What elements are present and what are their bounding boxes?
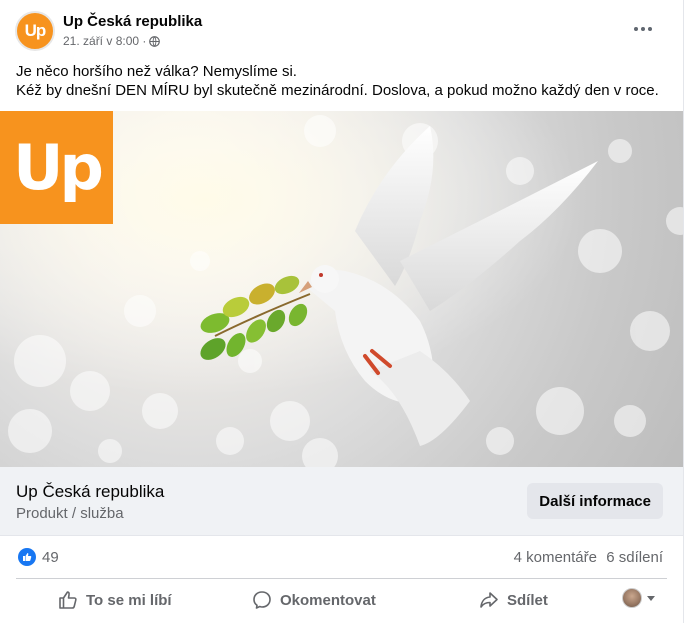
like-count[interactable]: 49 (42, 549, 59, 566)
up-logo-text: Up (13, 131, 104, 204)
post-meta: 21. září v 8:00 · (63, 34, 161, 48)
thumbs-up-icon (59, 591, 77, 609)
share-arrow-icon (480, 592, 498, 608)
like-button[interactable]: To se mi líbí (58, 584, 172, 616)
share-button[interactable]: Sdílet (479, 584, 548, 616)
link-subtitle: Produkt / služba (16, 505, 124, 522)
link-preview[interactable]: Up Česká republika Produkt / služba Dalš… (0, 467, 683, 536)
like-reaction-icon[interactable] (18, 548, 36, 566)
comment-bubble-icon (253, 591, 271, 609)
page-avatar[interactable]: Up (15, 11, 55, 51)
avatar (622, 588, 642, 608)
thumbs-up-icon (23, 553, 32, 561)
chevron-down-icon (647, 595, 655, 601)
link-title[interactable]: Up Česká republika (16, 482, 164, 502)
post-image[interactable]: Up (0, 111, 683, 467)
post-text-line: Je něco horšího než válka? Nemyslíme si. (16, 63, 297, 80)
profile-selector[interactable] (622, 588, 655, 608)
divider (16, 578, 667, 579)
globe-icon (149, 35, 161, 47)
comment-count[interactable]: 4 komentáře (514, 549, 597, 566)
reaction-stats: 49 4 komentáře 6 sdílení (0, 536, 683, 578)
share-button-label: Sdílet (507, 591, 548, 609)
up-brand-logo: Up (0, 111, 113, 224)
share-count[interactable]: 6 sdílení (606, 549, 663, 566)
action-bar: To se mi líbí Okomentovat Sdílet (0, 580, 683, 620)
post-card: Up Up Česká republika 21. září v 8:00 · … (0, 0, 684, 623)
post-text: Je něco horšího než válka? Nemyslíme si.… (16, 62, 676, 100)
comment-button-label: Okomentovat (280, 591, 376, 609)
timestamp-link[interactable]: 21. září v 8:00 · (63, 34, 146, 48)
like-button-label: To se mi líbí (86, 591, 172, 609)
comment-button[interactable]: Okomentovat (252, 584, 376, 616)
post-text-line: Kéž by dnešní DEN MÍRU byl skutečně mezi… (16, 82, 659, 99)
more-options-icon[interactable] (629, 18, 657, 40)
page-name-link[interactable]: Up Česká republika (63, 13, 202, 30)
learn-more-button[interactable]: Další informace (527, 483, 663, 519)
avatar-logo-text: Up (24, 21, 47, 40)
